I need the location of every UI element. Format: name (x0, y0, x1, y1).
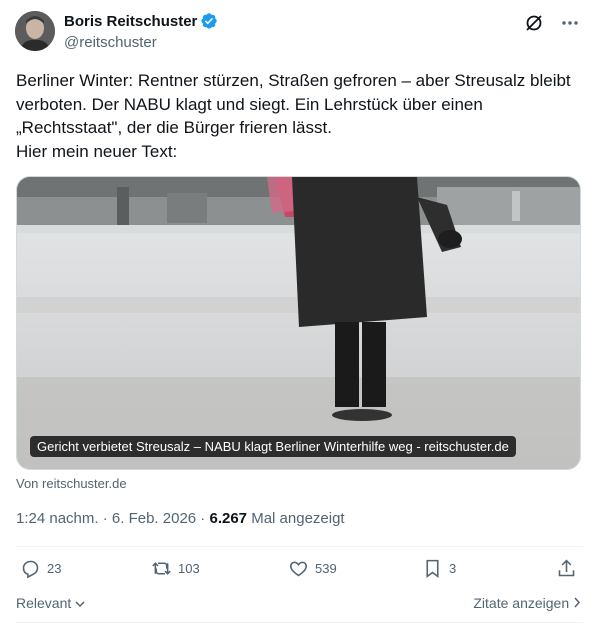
tweet-line: verboten. Der NABU klagt und siegt. Ein … (16, 94, 483, 114)
view-label: Mal angezeigt (247, 510, 345, 527)
chevron-down-icon (75, 601, 85, 608)
like-count: 539 (315, 561, 337, 576)
bookmark-icon (426, 559, 439, 578)
heart-icon (289, 561, 308, 577)
tweet-line: Berliner Winter: Rentner stürzen, Straße… (16, 71, 571, 90)
sort-label: Relevant (16, 595, 72, 611)
avatar-image (15, 11, 55, 51)
snowy-street-photo (17, 177, 580, 469)
verified-badge-icon (201, 13, 218, 29)
repost-icon (152, 562, 171, 575)
repost-button[interactable]: 103 (151, 558, 200, 579)
bookmark-count: 3 (449, 561, 457, 576)
view-count: 6.267 (209, 510, 248, 527)
tweet-line: Hier mein neuer Text: (16, 141, 178, 161)
more-options-icon[interactable] (559, 12, 581, 34)
divider (16, 622, 583, 623)
author-name[interactable]: Boris Reitschuster (64, 13, 197, 30)
reply-button[interactable]: 23 (20, 558, 61, 579)
meta-separator: · (196, 510, 210, 527)
author-name-row[interactable]: Boris Reitschuster (64, 12, 218, 30)
sort-dropdown[interactable]: Relevant (16, 595, 85, 611)
tweet-time[interactable]: 1:24 nachm. (16, 510, 99, 527)
meta-separator: · (98, 510, 112, 527)
top-actions (523, 12, 581, 34)
divider (16, 546, 583, 547)
author-handle[interactable]: @reitschuster (64, 34, 157, 51)
reply-icon (22, 560, 39, 579)
tweet-meta: 1:24 nachm. · 6. Feb. 2026 · 6.267 Mal a… (16, 510, 345, 527)
repost-count: 103 (178, 561, 200, 576)
avatar[interactable] (15, 11, 55, 51)
chevron-right-icon (574, 597, 581, 608)
reply-count: 23 (47, 561, 62, 576)
quotes-label: Zitate anzeigen (473, 595, 570, 611)
link-card-image[interactable]: Gericht verbietet Streusalz – NABU klagt… (16, 176, 581, 470)
tweet-text: Berliner Winter: Rentner stürzen, Straße… (16, 69, 586, 163)
like-button[interactable]: 539 (288, 558, 337, 579)
tweet-date[interactable]: 6. Feb. 2026 (112, 510, 196, 527)
action-bar: 23 103 539 3 (16, 558, 583, 584)
link-source[interactable]: Von reitschuster.de (16, 476, 127, 491)
bookmark-button[interactable]: 3 (422, 558, 456, 579)
tweet-line: „Rechtsstaat", der die Bürger frieren lä… (16, 118, 332, 137)
view-quotes-link[interactable]: Zitate anzeigen (473, 595, 581, 611)
share-icon (558, 559, 575, 577)
link-card-title: Gericht verbietet Streusalz – NABU klagt… (30, 436, 516, 457)
grok-icon[interactable] (523, 12, 545, 34)
share-button[interactable] (556, 558, 577, 579)
